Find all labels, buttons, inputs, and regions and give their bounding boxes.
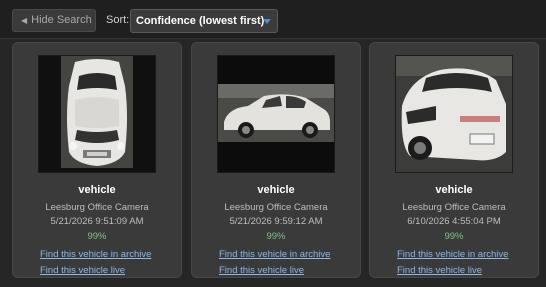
vehicle-thumbnail[interactable]	[38, 55, 156, 173]
chevron-left-icon: ◀	[21, 16, 28, 25]
confidence-score: 99%	[87, 231, 107, 242]
hide-search-button[interactable]: ◀ Hide Search	[12, 9, 96, 32]
confidence-score: 99%	[266, 231, 286, 242]
result-card[interactable]: vehicle Leesburg Office Camera 5/21/2026…	[12, 42, 182, 278]
result-card[interactable]: vehicle Leesburg Office Camera 6/10/2026…	[369, 42, 539, 278]
find-in-archive-link[interactable]: Find this vehicle in archive	[219, 249, 330, 260]
search-toolbar: ◀ Hide Search Sort: Confidence (lowest f…	[0, 0, 546, 39]
timestamp: 5/21/2026 9:59:12 AM	[229, 216, 323, 227]
find-in-archive-link[interactable]: Find this vehicle in archive	[397, 249, 508, 260]
result-title: vehicle	[78, 184, 116, 196]
find-live-link[interactable]: Find this vehicle live	[40, 265, 125, 276]
results-grid: vehicle Leesburg Office Camera 5/21/2026…	[0, 39, 546, 287]
find-live-link[interactable]: Find this vehicle live	[219, 265, 304, 276]
vehicle-image	[218, 56, 334, 172]
result-title: vehicle	[435, 184, 473, 196]
find-in-archive-link[interactable]: Find this vehicle in archive	[40, 249, 151, 260]
vehicle-thumbnail[interactable]	[395, 55, 513, 173]
vehicle-thumbnail[interactable]	[217, 55, 335, 173]
timestamp: 6/10/2026 4:55:04 PM	[407, 216, 501, 227]
result-card[interactable]: vehicle Leesburg Office Camera 5/21/2026…	[191, 42, 361, 278]
sort-label: Sort:	[106, 14, 130, 26]
camera-name: Leesburg Office Camera	[224, 202, 328, 213]
chevron-down-icon	[263, 19, 271, 24]
hide-search-label: Hide Search	[31, 14, 92, 26]
camera-name: Leesburg Office Camera	[45, 202, 149, 213]
find-live-link[interactable]: Find this vehicle live	[397, 265, 482, 276]
camera-name: Leesburg Office Camera	[402, 202, 506, 213]
confidence-score: 99%	[444, 231, 464, 242]
vehicle-image	[396, 56, 512, 172]
sort-dropdown[interactable]: Confidence (lowest first)	[130, 9, 278, 33]
vehicle-image	[39, 56, 155, 172]
result-title: vehicle	[257, 184, 295, 196]
sort-selected-value: Confidence (lowest first)	[136, 15, 265, 27]
timestamp: 5/21/2026 9:51:09 AM	[50, 216, 144, 227]
